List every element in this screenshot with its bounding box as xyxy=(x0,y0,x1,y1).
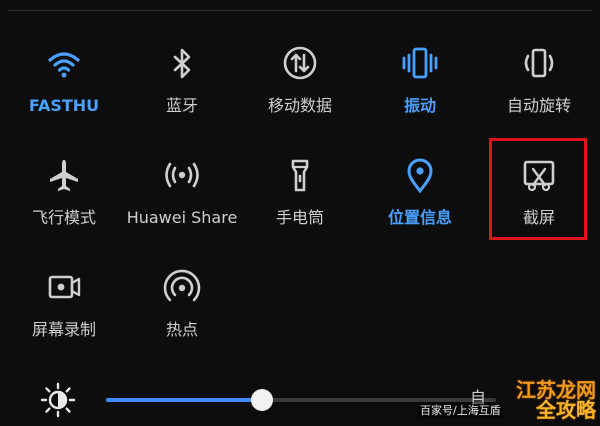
tile-label: 飞行模式 xyxy=(31,208,96,227)
airplane-icon xyxy=(50,160,78,191)
tile-screen-record[interactable]: 屏幕录制 xyxy=(5,268,123,360)
hotspot-icon xyxy=(163,269,201,302)
brightness-slider-thumb[interactable] xyxy=(251,389,273,411)
tile-hotspot[interactable]: 热点 xyxy=(123,268,241,360)
brightness-row: 自 xyxy=(0,372,600,426)
tile-flashlight[interactable]: 手电筒 xyxy=(241,156,359,248)
vibrate-icon xyxy=(402,47,438,79)
tile-label: 位置信息 xyxy=(387,208,452,227)
tile-label: 屏幕录制 xyxy=(31,320,96,339)
tile-bluetooth[interactable]: 蓝牙 xyxy=(123,44,241,136)
tile-label: Huawei Share xyxy=(126,208,238,227)
quick-settings-panel: FASTHU 蓝牙 移动数据 振动 自动旋转 飞行模式 Huawei Share… xyxy=(0,0,600,426)
brightness-slider-fill xyxy=(106,398,262,402)
auto-rotate-icon xyxy=(524,48,554,78)
tile-label: FASTHU xyxy=(28,96,100,115)
tile-auto-rotate[interactable]: 自动旋转 xyxy=(480,44,598,136)
location-icon xyxy=(407,158,433,194)
tile-vibrate[interactable]: 振动 xyxy=(361,44,479,136)
flashlight-icon xyxy=(291,159,309,192)
screenshot-icon xyxy=(523,160,555,192)
tile-label: 自动旋转 xyxy=(506,96,571,115)
tile-label: 热点 xyxy=(165,320,198,339)
tile-label: 截屏 xyxy=(522,208,555,227)
tile-airplane-mode[interactable]: 飞行模式 xyxy=(5,156,123,248)
tile-huawei-share[interactable]: Huawei Share xyxy=(123,156,241,248)
tile-label: 手电筒 xyxy=(275,208,324,227)
tile-wifi[interactable]: FASTHU xyxy=(5,44,123,136)
screen-record-icon xyxy=(48,275,81,299)
mobile-data-icon xyxy=(283,46,317,80)
tile-label: 振动 xyxy=(403,96,436,115)
tile-screenshot[interactable]: 截屏 xyxy=(480,156,598,248)
tile-label: 蓝牙 xyxy=(165,96,198,115)
tile-label: 移动数据 xyxy=(267,96,332,115)
brightness-icon[interactable] xyxy=(40,382,76,418)
tile-mobile-data[interactable]: 移动数据 xyxy=(241,44,359,136)
bluetooth-icon xyxy=(173,48,191,79)
watermark-text: 百家号/上海互盾 xyxy=(418,402,503,418)
huawei-share-icon xyxy=(165,162,199,188)
tile-location[interactable]: 位置信息 xyxy=(361,156,479,248)
wifi-icon xyxy=(48,52,80,78)
panel-divider xyxy=(8,10,592,11)
